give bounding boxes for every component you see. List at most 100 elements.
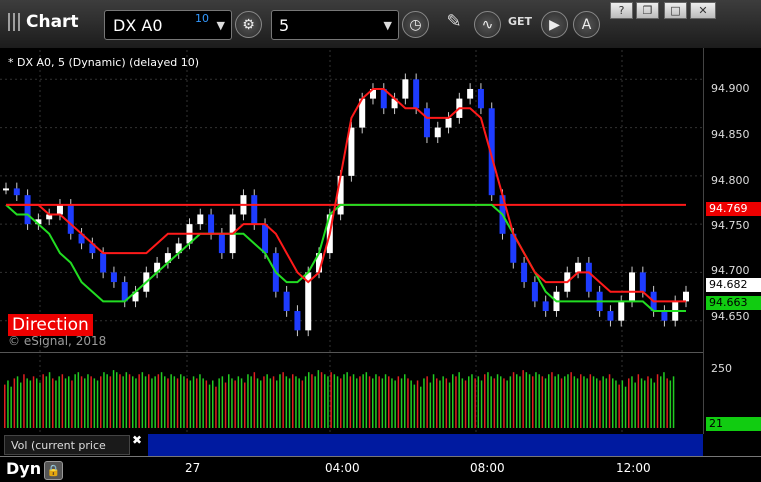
volume-bar (528, 374, 531, 428)
volume-bar (314, 376, 316, 428)
volume-study-label: Vol (current price bar) (4, 435, 130, 472)
candle-body (100, 253, 107, 273)
volume-bar (61, 374, 64, 428)
y-tick: 94.800 (711, 174, 750, 187)
last-price-tag: 94.682 (706, 278, 761, 292)
volume-bar (663, 372, 665, 428)
close-study-icon[interactable]: ✖ (132, 433, 142, 447)
volume-bar (285, 376, 288, 428)
y-tick: 94.850 (711, 128, 750, 141)
volume-bar (509, 376, 512, 428)
volume-bar (122, 376, 124, 428)
volume-bar (74, 374, 76, 428)
volume-bar (596, 378, 598, 428)
volume-bar (471, 374, 473, 428)
volume-bar (356, 378, 358, 428)
y-axis[interactable]: 94.900 94.850 94.800 94.750 94.700 94.65… (703, 48, 761, 434)
candle-body (477, 88, 484, 109)
volume-bar (500, 376, 502, 428)
candle-body (445, 117, 452, 128)
volume-bar (183, 376, 185, 428)
volume-bar (13, 378, 16, 428)
volume-bar (80, 376, 83, 428)
volume-bar (218, 378, 220, 428)
volume-bar (109, 376, 112, 428)
volume-bar (260, 380, 262, 428)
volume-bar (333, 374, 336, 428)
volume-bar (493, 378, 496, 428)
time-axis[interactable]: Dyn 🔒 27 04:00 08:00 12:00 (0, 456, 761, 482)
volume-bar (487, 372, 489, 428)
volume-bar (349, 376, 352, 428)
volume-bar (372, 378, 374, 428)
volume-bar (570, 372, 572, 428)
volume-bar (87, 374, 89, 428)
time-scroll-band[interactable] (148, 434, 703, 456)
volume-bar (253, 372, 256, 428)
volume-bar (496, 374, 499, 428)
volume-bar (58, 376, 60, 428)
volume-bar (20, 382, 22, 428)
volume-bar (548, 374, 550, 428)
lock-icon[interactable]: 🔒 (44, 461, 63, 480)
volume-bar (301, 380, 304, 428)
volume-bar (388, 376, 390, 428)
volume-bar (327, 376, 329, 428)
volume-bar (439, 380, 441, 428)
volume-bar (55, 380, 57, 428)
candle-body (218, 233, 225, 254)
volume-bar (468, 376, 470, 428)
volume-bar (205, 380, 208, 428)
volume-bar (634, 382, 636, 428)
x-tick: 08:00 (470, 461, 505, 475)
candle-body (683, 291, 689, 302)
volume-bar (477, 376, 480, 428)
candle-body (413, 79, 420, 109)
volume-bar (640, 378, 643, 428)
volume-bar (269, 378, 272, 428)
volume-bar (576, 378, 579, 428)
volume-bar (381, 378, 384, 428)
volume-bar (410, 380, 412, 428)
volume-bar (394, 380, 396, 428)
volume-bar (250, 376, 252, 428)
volume-bar (202, 378, 204, 428)
x-tick: 12:00 (616, 461, 651, 475)
volume-bar (429, 382, 432, 428)
volume-bar (365, 372, 368, 428)
volume-bar (330, 372, 332, 428)
volume-bar (551, 372, 553, 428)
candle-body (521, 262, 528, 283)
volume-bar (90, 376, 92, 428)
volume-bar (125, 372, 128, 428)
volume-bar (106, 374, 108, 428)
chart-study-label: * DX A0, 5 (Dynamic) (delayed 10) (8, 56, 199, 69)
volume-bar (615, 380, 617, 428)
candle-body (575, 262, 582, 273)
candle-body (24, 195, 31, 225)
volume-bar (64, 378, 67, 428)
volume-bar (4, 384, 6, 428)
volume-bar (621, 380, 624, 428)
candle-body (629, 272, 636, 302)
volume-bar (282, 372, 284, 428)
volume-bar (557, 374, 560, 428)
candle-body (67, 204, 74, 234)
volume-bar (128, 374, 131, 428)
volume-bar (375, 374, 377, 428)
volume-bar (532, 376, 534, 428)
volume-bar (96, 380, 99, 428)
volume-bar (362, 374, 364, 428)
volume-bar (580, 374, 582, 428)
volume-bar (416, 380, 419, 428)
volume-bar (352, 374, 355, 428)
direction-label: Direction (8, 314, 93, 336)
volume-bar (650, 378, 652, 428)
volume-bar (112, 370, 115, 428)
x-tick: 04:00 (325, 461, 360, 475)
volume-bar (368, 376, 371, 428)
volume-bar (157, 374, 160, 428)
vol-tag: 21 (706, 417, 761, 431)
volume-bar (266, 374, 268, 428)
volume-bar (490, 376, 492, 428)
